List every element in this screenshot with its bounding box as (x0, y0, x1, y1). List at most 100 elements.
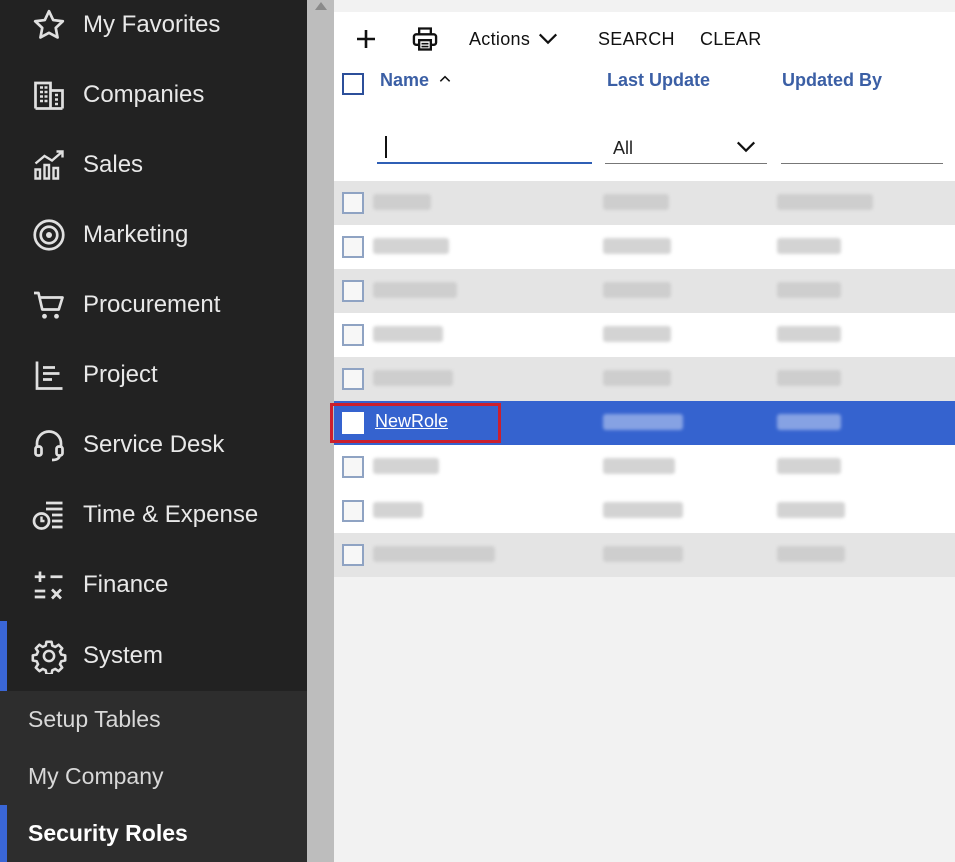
table-row[interactable] (334, 445, 955, 489)
headset-icon (30, 426, 68, 464)
row-checkbox[interactable] (342, 324, 364, 346)
last-update-filter-select[interactable]: All (605, 132, 767, 164)
system-subnav: Setup Tables My Company Security Roles (0, 691, 307, 862)
nav-item-marketing[interactable]: Marketing (0, 200, 307, 270)
row-checkbox[interactable] (342, 456, 364, 478)
table-row[interactable] (334, 533, 955, 577)
row-checkbox[interactable] (342, 368, 364, 390)
chart-icon (30, 146, 68, 184)
blurred-text (603, 282, 671, 298)
row-checkbox[interactable] (342, 544, 364, 566)
clear-label: CLEAR (700, 28, 762, 49)
time-expense-icon (30, 496, 68, 534)
table-row[interactable] (334, 181, 955, 225)
select-all-checkbox[interactable] (342, 73, 364, 95)
blurred-text (373, 238, 449, 254)
text-cursor (385, 136, 387, 158)
blurred-text (373, 194, 431, 210)
blurred-text (373, 546, 495, 562)
nav-item-project[interactable]: Project (0, 340, 307, 410)
project-icon (30, 356, 68, 394)
row-checkbox[interactable] (342, 192, 364, 214)
chevron-down-icon (736, 141, 756, 153)
subnav-label: Setup Tables (28, 706, 161, 732)
blurred-text (373, 326, 443, 342)
row-checkbox[interactable] (342, 236, 364, 258)
blurred-text (603, 502, 683, 518)
table-row[interactable] (334, 357, 955, 401)
subnav-label: Security Roles (28, 820, 188, 846)
nav-label: Time & Expense (83, 501, 259, 528)
nav-item-service-desk[interactable]: Service Desk (0, 410, 307, 480)
finance-icon (30, 566, 68, 604)
column-header-updated-by[interactable]: Updated By (782, 70, 882, 91)
subnav-item-my-company[interactable]: My Company (0, 748, 307, 805)
column-label: Name (380, 70, 430, 90)
printer-icon (412, 27, 438, 51)
nav-label: Project (83, 361, 158, 388)
nav-label: Companies (83, 81, 205, 108)
nav-item-my-favorites[interactable]: My Favorites (0, 0, 307, 60)
search-label: SEARCH (598, 28, 675, 49)
table-row[interactable] (334, 313, 955, 357)
updated-by-filter-input[interactable] (781, 132, 943, 164)
scroll-up-arrow-icon[interactable] (315, 2, 327, 10)
row-checkbox[interactable] (342, 280, 364, 302)
clear-button[interactable]: CLEAR (700, 24, 762, 54)
chevron-down-icon (539, 33, 558, 45)
actions-label: Actions (469, 28, 531, 49)
nav-label: Service Desk (83, 431, 225, 458)
nav-item-sales[interactable]: Sales (0, 130, 307, 200)
blurred-text (777, 546, 845, 562)
print-button[interactable] (411, 24, 439, 54)
table-header: Name Last Update Updated By All (334, 64, 955, 181)
blurred-text (603, 458, 675, 474)
column-header-name[interactable]: Name (380, 70, 452, 91)
subnav-item-security-roles[interactable]: Security Roles (0, 805, 307, 862)
select-value: All (613, 138, 634, 158)
blurred-text (777, 326, 841, 342)
column-label: Last Update (607, 70, 711, 90)
blurred-text (603, 414, 683, 430)
nav-item-time-expense[interactable]: Time & Expense (0, 480, 307, 550)
nav-item-procurement[interactable]: Procurement (0, 270, 307, 340)
blurred-text (373, 282, 457, 298)
blurred-text (777, 282, 841, 298)
table-row[interactable] (334, 225, 955, 269)
subnav-label: My Company (28, 763, 164, 789)
blurred-text (777, 238, 841, 254)
table-row[interactable] (334, 269, 955, 313)
blurred-text (603, 194, 669, 210)
nav-item-finance[interactable]: Finance (0, 550, 307, 620)
nav-label: Marketing (83, 221, 189, 248)
blurred-text (603, 370, 671, 386)
row-checkbox[interactable] (342, 500, 364, 522)
nav-label: System (83, 642, 164, 669)
table-row[interactable] (334, 489, 955, 533)
search-button[interactable]: SEARCH (598, 24, 675, 54)
plus-icon (357, 30, 375, 48)
toolbar: Actions SEARCH CLEAR (334, 12, 955, 64)
column-label: Updated By (782, 70, 883, 90)
blurred-text (777, 414, 841, 430)
actions-dropdown[interactable]: Actions (469, 24, 559, 54)
highlight-annotation (330, 403, 501, 443)
nav-label: Finance (83, 571, 169, 598)
blurred-text (603, 326, 671, 342)
nav-item-companies[interactable]: Companies (0, 60, 307, 130)
column-header-last-update[interactable]: Last Update (607, 70, 710, 91)
nav-item-system[interactable]: System (0, 621, 307, 691)
subnav-item-setup-tables[interactable]: Setup Tables (0, 691, 307, 748)
sort-ascending-icon (439, 75, 451, 82)
name-filter-input[interactable] (377, 132, 592, 164)
blurred-text (373, 370, 453, 386)
nav-label: Procurement (83, 291, 221, 318)
nav-label: My Favorites (83, 11, 221, 38)
blurred-text (777, 370, 841, 386)
add-button[interactable] (354, 24, 378, 54)
target-icon (30, 216, 68, 254)
star-icon (30, 6, 68, 44)
blurred-text (373, 458, 439, 474)
building-icon (30, 76, 68, 114)
blurred-text (777, 458, 841, 474)
